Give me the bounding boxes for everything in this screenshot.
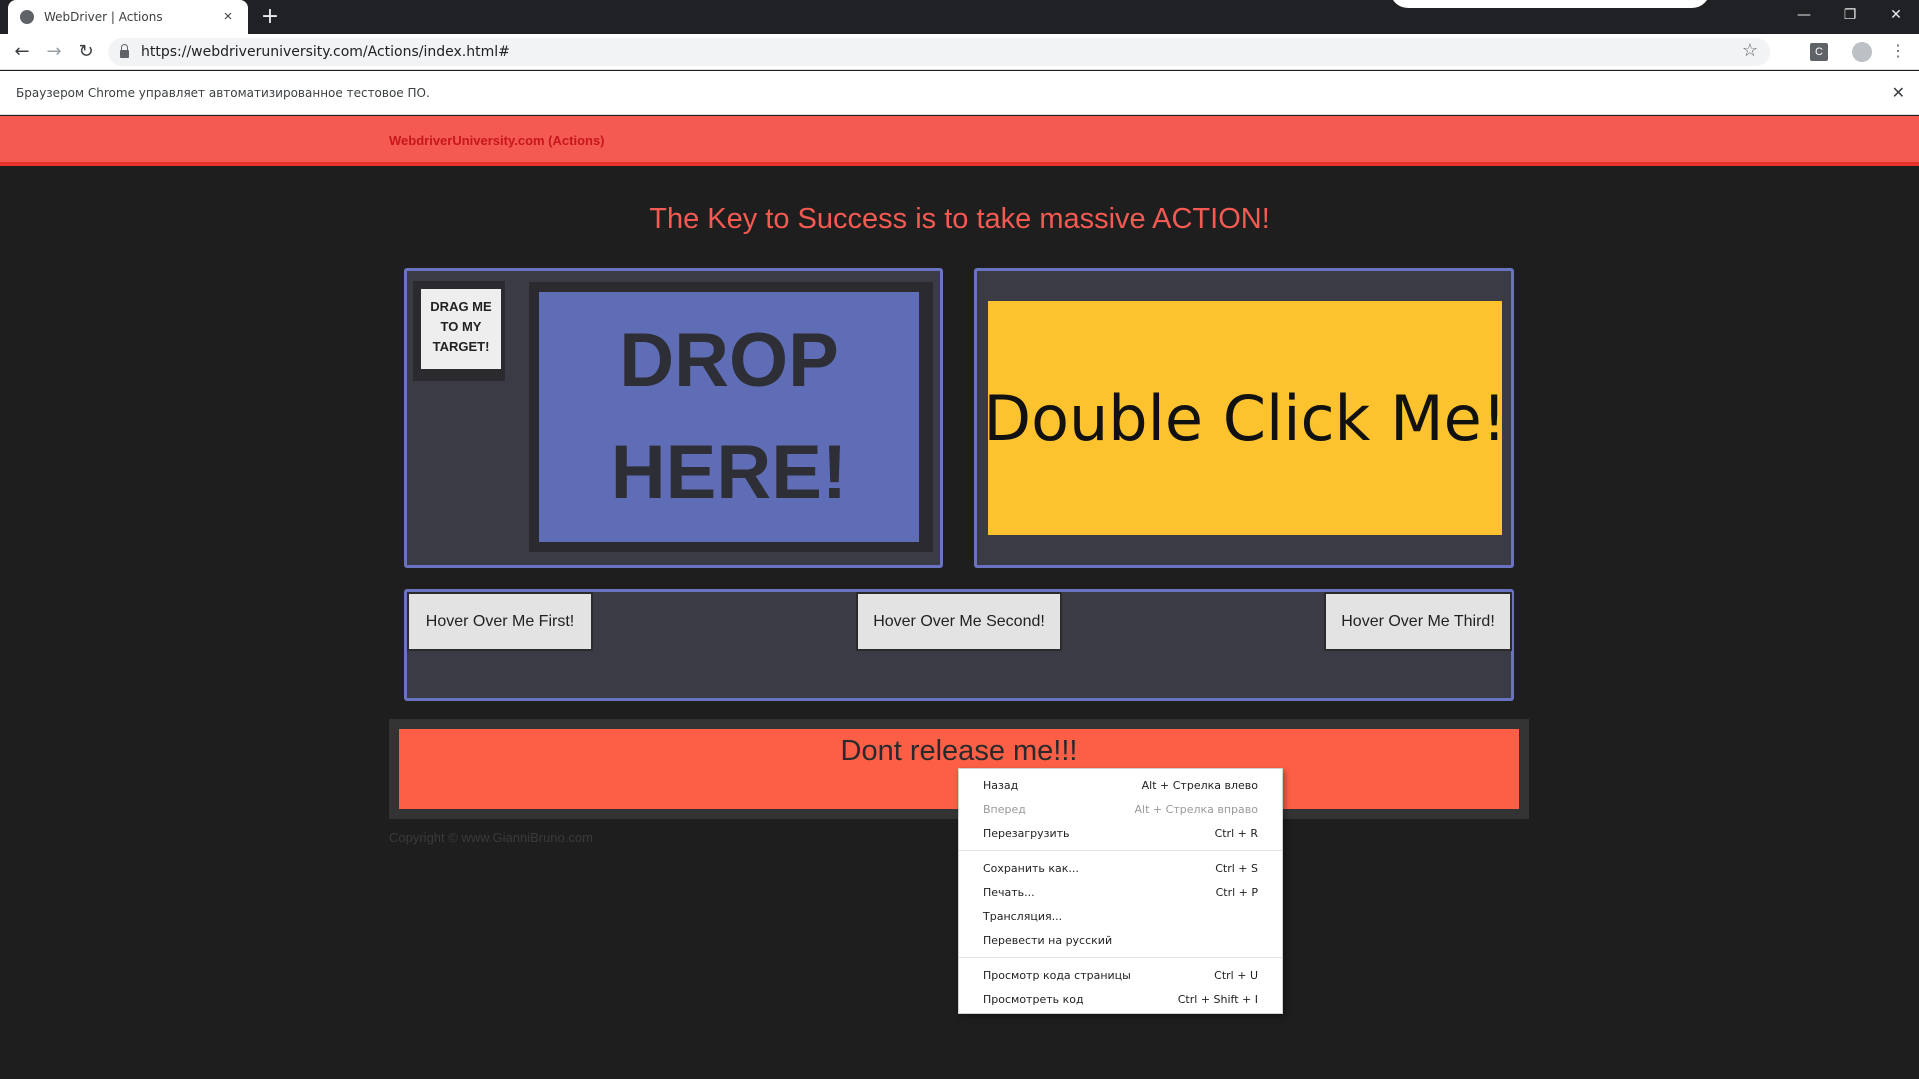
profile-avatar[interactable] (1852, 42, 1872, 62)
context-menu-item-back[interactable]: Назад Alt + Стрелка влево (959, 773, 1282, 797)
copyright-text: Copyright © www.GianniBruno.com (389, 830, 593, 845)
site-brand-link[interactable]: WebdriverUniversity.com (Actions) (389, 133, 605, 148)
minimize-button[interactable]: — (1781, 0, 1827, 30)
context-menu: Назад Alt + Стрелка влево Вперед Alt + С… (958, 768, 1283, 1014)
forward-button[interactable]: → (42, 40, 66, 64)
menu-item-shortcut: Ctrl + U (1214, 968, 1258, 982)
context-menu-item-reload[interactable]: Перезагрузить Ctrl + R (959, 821, 1282, 845)
automation-infobar: Браузером Chrome управляет автоматизиров… (0, 71, 1919, 115)
lock-icon (120, 43, 129, 58)
site-navbar: WebdriverUniversity.com (Actions) (0, 116, 1919, 166)
window-controls: — ❐ ✕ (1781, 0, 1919, 30)
context-menu-item-save-as[interactable]: Сохранить как... Ctrl + S (959, 856, 1282, 880)
double-click-target[interactable]: Double Click Me! (983, 301, 1507, 535)
context-menu-item-cast[interactable]: Трансляция... (959, 904, 1282, 928)
hover-third-button[interactable]: Hover Over Me Third! (1324, 592, 1512, 651)
reload-button[interactable]: ↻ (74, 40, 98, 64)
droppable-container: DROP HERE! (529, 282, 933, 552)
back-button[interactable]: ← (10, 40, 34, 64)
context-menu-item-view-source[interactable]: Просмотр кода страницы Ctrl + U (959, 963, 1282, 987)
context-menu-item-forward[interactable]: Вперед Alt + Стрелка вправо (959, 797, 1282, 821)
menu-separator (959, 850, 1282, 851)
menu-item-label: Сохранить как... (983, 861, 1079, 875)
menu-item-shortcut: Ctrl + R (1214, 826, 1258, 840)
menu-item-shortcut: Ctrl + S (1215, 861, 1258, 875)
menu-item-label: Печать... (983, 885, 1035, 899)
droppable-label: DROP HERE! (610, 318, 848, 515)
screen: WebDriver | Actions × + — ❐ ✕ ← → ↻ http… (0, 0, 1919, 1079)
context-menu-item-translate[interactable]: Перевести на русский (959, 928, 1282, 952)
globe-icon (20, 10, 34, 24)
tab-close-icon[interactable]: × (220, 9, 236, 25)
window-drag-pill (1390, 0, 1710, 8)
draggable-container: DRAG ME TO MY TARGET! (413, 281, 505, 381)
infobar-text: Браузером Chrome управляет автоматизиров… (16, 86, 430, 100)
click-and-hold-label: Dont release me!!! (840, 735, 1078, 767)
browser-menu-icon[interactable]: ⋮ (1888, 40, 1908, 64)
extension-icon[interactable]: C (1810, 43, 1828, 61)
menu-item-label: Перезагрузить (983, 826, 1070, 840)
tab-strip: WebDriver | Actions × + — ❐ ✕ (0, 0, 1919, 34)
double-click-panel: Double Click Me! (974, 268, 1514, 568)
menu-item-shortcut: Alt + Стрелка влево (1141, 778, 1258, 792)
context-menu-item-inspect[interactable]: Просмотреть код Ctrl + Shift + I (959, 987, 1282, 1011)
draggable-box[interactable]: DRAG ME TO MY TARGET! (421, 289, 501, 369)
menu-item-shortcut: Alt + Стрелка вправо (1134, 802, 1258, 816)
menu-item-label: Вперед (983, 802, 1026, 816)
tab-title: WebDriver | Actions (44, 10, 163, 24)
infobar-close-icon[interactable]: ✕ (1892, 83, 1905, 102)
hover-first-button[interactable]: Hover Over Me First! (407, 592, 593, 651)
drag-drop-panel: DRAG ME TO MY TARGET! DROP HERE! (404, 268, 943, 568)
menu-item-label: Перевести на русский (983, 933, 1113, 947)
new-tab-button[interactable]: + (258, 5, 282, 29)
menu-item-label: Назад (983, 778, 1019, 792)
bookmark-star-icon[interactable]: ☆ (1742, 40, 1758, 61)
double-click-label: Double Click Me! (983, 381, 1507, 455)
url-text: https://webdriveruniversity.com/Actions/… (141, 44, 510, 60)
close-window-button[interactable]: ✕ (1873, 0, 1919, 30)
menu-item-label: Просмотреть код (983, 992, 1084, 1006)
menu-item-shortcut: Ctrl + P (1215, 885, 1258, 899)
droppable-target[interactable]: DROP HERE! (539, 292, 919, 542)
hover-second-button[interactable]: Hover Over Me Second! (856, 592, 1062, 651)
restore-button[interactable]: ❐ (1827, 0, 1873, 30)
address-bar[interactable]: https://webdriveruniversity.com/Actions/… (108, 38, 1770, 66)
page-headline: The Key to Success is to take massive AC… (649, 203, 1270, 235)
menu-item-shortcut: Ctrl + Shift + I (1177, 992, 1258, 1006)
hover-panel: Hover Over Me First! Hover Over Me Secon… (404, 589, 1514, 701)
menu-item-label: Просмотр кода страницы (983, 968, 1131, 982)
context-menu-item-print[interactable]: Печать... Ctrl + P (959, 880, 1282, 904)
tab-webdriver-actions[interactable]: WebDriver | Actions × (8, 0, 248, 34)
menu-item-label: Трансляция... (983, 909, 1063, 923)
menu-separator (959, 957, 1282, 958)
browser-toolbar: ← → ↻ https://webdriveruniversity.com/Ac… (0, 34, 1919, 70)
